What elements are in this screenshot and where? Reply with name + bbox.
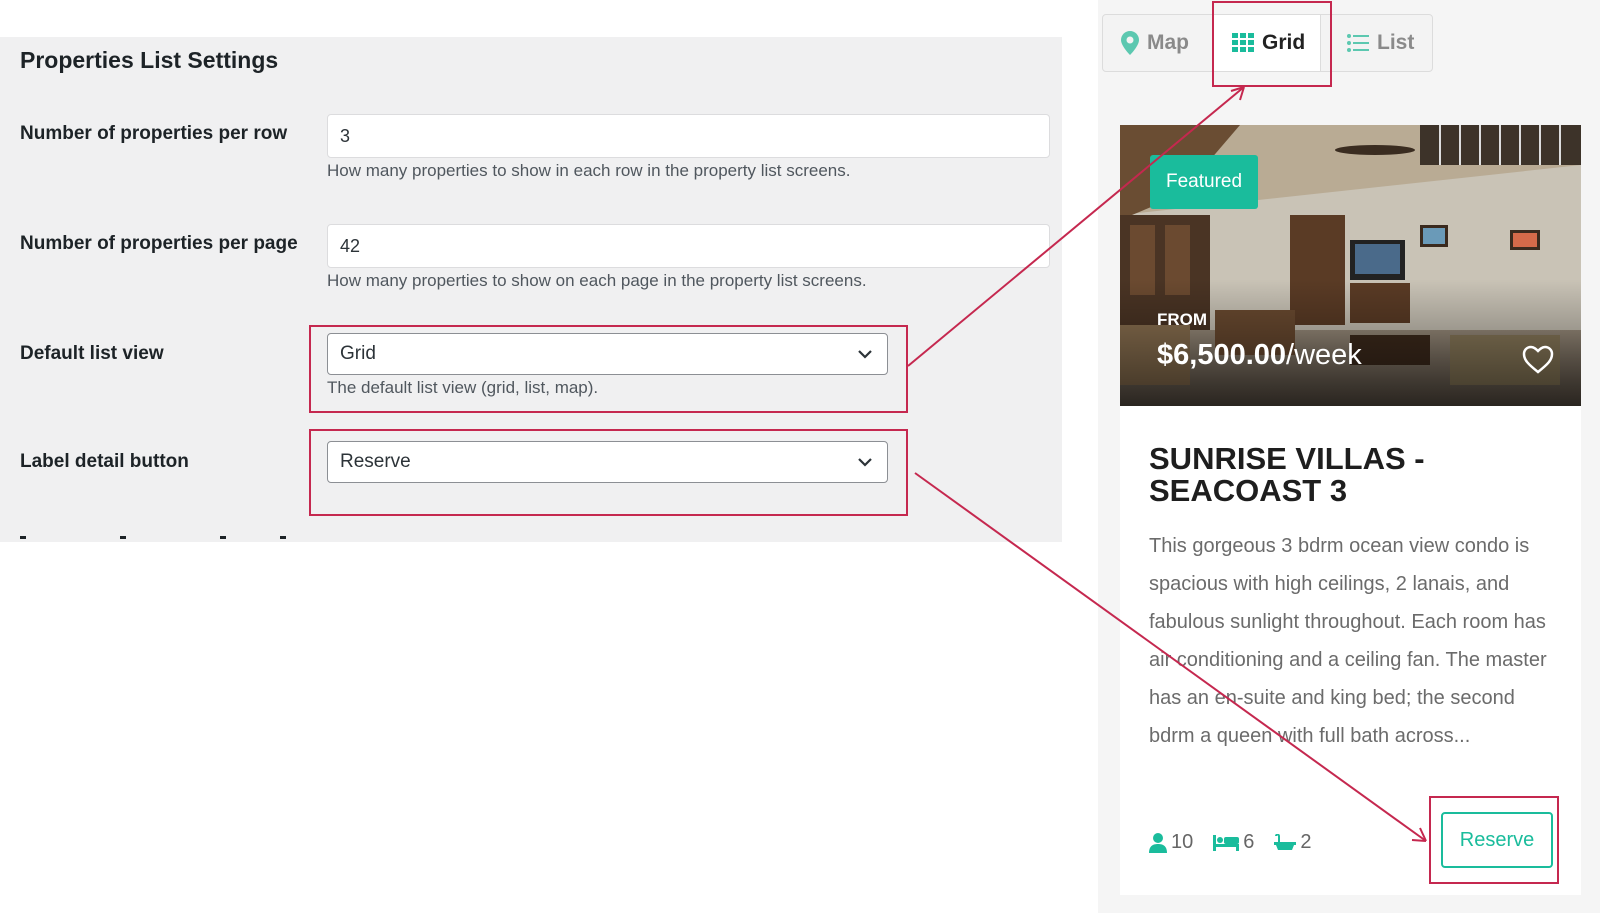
per-row-help: How many properties to show in each row … xyxy=(327,161,851,180)
per-page-help: How many properties to show on each page… xyxy=(327,271,867,290)
user-icon xyxy=(1149,832,1167,853)
bath-icon xyxy=(1274,833,1297,850)
featured-badge: Featured xyxy=(1150,155,1259,209)
amenities: 10 6 2 xyxy=(1149,831,1332,854)
chevron-down-icon xyxy=(858,350,872,359)
price-amount: $6,500.00 xyxy=(1157,339,1287,371)
heart-icon[interactable] xyxy=(1522,345,1554,375)
map-pin-icon xyxy=(1121,31,1139,55)
grid-icon xyxy=(1232,33,1254,52)
default-view-select[interactable]: Grid xyxy=(327,333,888,375)
guests-amenity: 10 xyxy=(1149,831,1193,854)
map-view-button[interactable]: Map xyxy=(1121,15,1189,71)
default-view-value: Grid xyxy=(340,343,376,364)
price-unit: /week xyxy=(1286,339,1362,371)
detail-button-value: Reserve xyxy=(340,451,411,472)
chevron-down-icon xyxy=(858,458,872,467)
beds-count: 6 xyxy=(1243,831,1255,853)
per-row-label: Number of properties per row xyxy=(20,123,288,144)
baths-amenity: 2 xyxy=(1274,831,1312,854)
grid-view-button[interactable]: Grid xyxy=(1213,15,1321,71)
per-page-label: Number of properties per page xyxy=(20,233,298,254)
guests-count: 10 xyxy=(1171,831,1194,853)
baths-count: 2 xyxy=(1300,831,1312,853)
beds-amenity: 6 xyxy=(1213,831,1254,854)
list-view-button[interactable]: List xyxy=(1347,15,1414,71)
per-row-input[interactable]: 3 xyxy=(327,114,1050,158)
settings-title: Properties List Settings xyxy=(20,47,279,73)
price-from-label: FROM xyxy=(1157,310,1208,329)
detail-button-label: Label detail button xyxy=(20,451,189,472)
clipped-text-fragment xyxy=(20,536,286,539)
reserve-button[interactable]: Reserve xyxy=(1441,812,1553,868)
detail-button-select[interactable]: Reserve xyxy=(327,441,888,483)
property-card[interactable]: Featured FROM $6,500.00/week SUNRISE VIL… xyxy=(1120,125,1581,895)
map-view-label: Map xyxy=(1147,31,1189,54)
property-description: This gorgeous 3 bdrm ocean view condo is… xyxy=(1149,535,1547,747)
list-view-label: List xyxy=(1377,31,1415,54)
property-photo[interactable]: Featured FROM $6,500.00/week xyxy=(1120,125,1581,406)
bed-icon xyxy=(1213,834,1240,851)
price: $6,500.00/week xyxy=(1157,339,1362,372)
view-toggle: Map Grid List xyxy=(1102,14,1433,72)
grid-view-label: Grid xyxy=(1262,31,1306,54)
list-icon xyxy=(1347,34,1369,52)
properties-list-settings-panel: Properties List Settings Number of prope… xyxy=(0,37,1062,542)
property-title[interactable]: SUNRISE VILLAS - SEACOAST 3 xyxy=(1149,443,1559,507)
default-view-help: The default list view (grid, list, map). xyxy=(327,378,599,397)
default-view-label: Default list view xyxy=(20,343,164,364)
per-page-input[interactable]: 42 xyxy=(327,224,1050,268)
